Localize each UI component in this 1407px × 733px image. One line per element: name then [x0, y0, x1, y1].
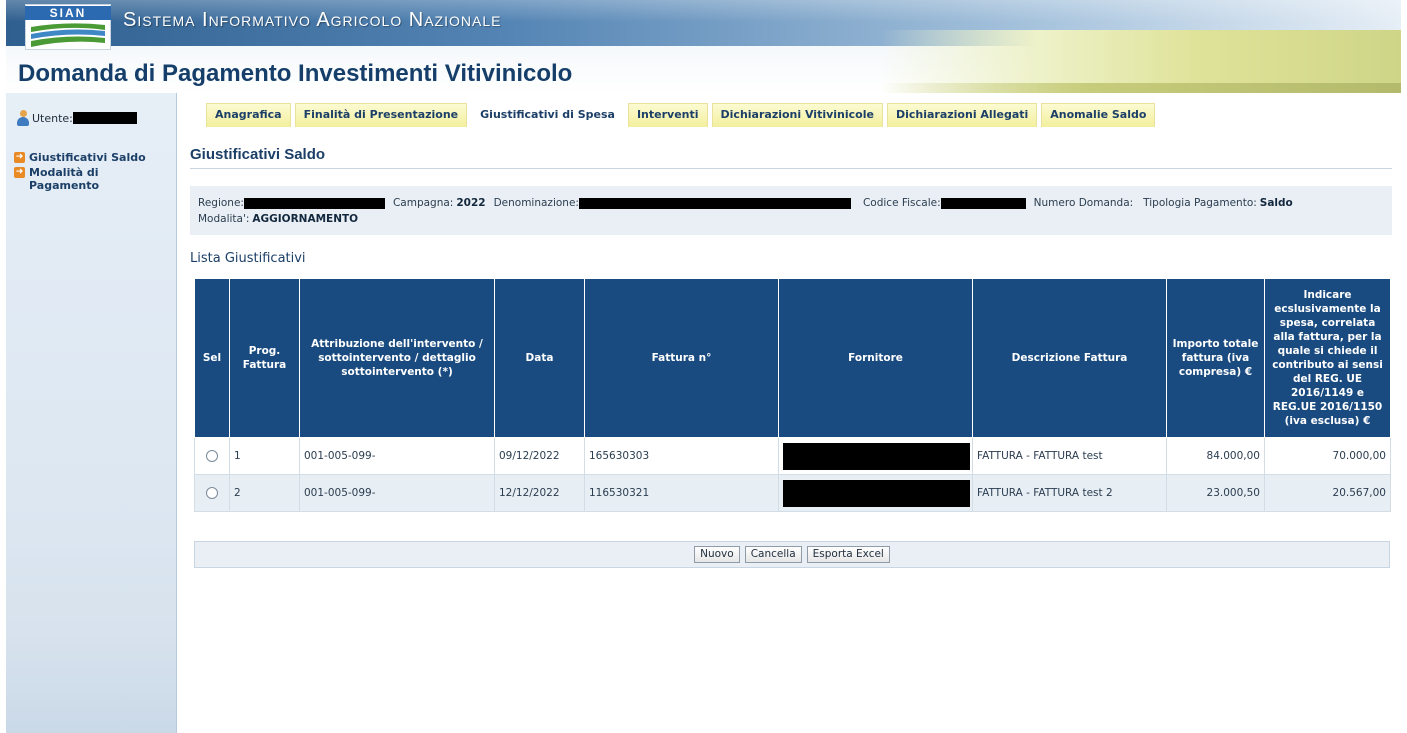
col-header-spesa: Indicare ecslusivamente la spesa, correl… — [1264, 278, 1391, 438]
modalita-value: AGGIORNAMENTO — [252, 213, 359, 225]
page-header: SIAN Sistema Informativo Agricolo Nazion… — [6, 0, 1401, 93]
sian-logo[interactable]: SIAN — [25, 4, 111, 50]
fields-icon — [31, 23, 105, 47]
cell-fattura: 165630303 — [584, 437, 779, 475]
arrow-right-icon: ➜ — [14, 152, 25, 163]
page-title: Domanda di Pagamento Investimenti Vitivi… — [18, 60, 573, 87]
tab-dichiarazioni-allegati[interactable]: Dichiarazioni Allegati — [886, 103, 1038, 127]
cell-prog: 1 — [229, 437, 300, 475]
cell-fornitore — [778, 437, 973, 475]
tipologia-label: Tipologia Pagamento: — [1143, 197, 1257, 209]
cell-descrizione: FATTURA - FATTURA test — [972, 437, 1167, 475]
row-select-cell — [194, 474, 230, 512]
user-icon — [16, 110, 30, 126]
table-row[interactable]: 2 001-005-099- 12/12/2022 116530321 FATT… — [194, 474, 1391, 512]
cell-attribuzione: 001-005-099- — [299, 474, 495, 512]
user-name-redacted — [72, 112, 137, 124]
info-row-2: Modalita': AGGIORNAMENTO — [198, 211, 1384, 227]
col-header-fornitore: Fornitore — [778, 278, 973, 438]
row-select-radio[interactable] — [206, 450, 218, 462]
cell-spesa: 70.000,00 — [1264, 437, 1391, 475]
regione-value-redacted — [243, 197, 385, 209]
cell-fornitore — [778, 474, 973, 512]
tab-interventi[interactable]: Interventi — [627, 103, 708, 127]
tab-finalita-presentazione[interactable]: Finalità di Presentazione — [294, 103, 468, 127]
tab-anagrafica[interactable]: Anagrafica — [206, 103, 291, 127]
giustificativi-table: Sel Prog. Fattura Attribuzione dell'inte… — [194, 278, 1391, 512]
cell-attribuzione: 001-005-099- — [299, 437, 495, 475]
campagna-value: 2022 — [456, 197, 486, 209]
arrow-right-icon: ➜ — [14, 167, 25, 178]
sidebar-item-label: Giustificativi Saldo — [29, 151, 146, 164]
cell-data: 09/12/2022 — [494, 437, 585, 475]
user-box: Utente: — [6, 107, 177, 129]
col-header-descrizione: Descrizione Fattura — [972, 278, 1167, 438]
table-header-row: Sel Prog. Fattura Attribuzione dell'inte… — [194, 278, 1391, 438]
cell-descrizione: FATTURA - FATTURA test 2 — [972, 474, 1167, 512]
cell-prog: 2 — [229, 474, 300, 512]
esporta-excel-button[interactable]: Esporta Excel — [806, 546, 890, 563]
table-row[interactable]: 1 001-005-099- 09/12/2022 165630303 FATT… — [194, 437, 1391, 475]
col-header-attribuzione: Attribuzione dell'intervento / sottointe… — [299, 278, 495, 438]
tab-bar: Anagrafica Finalità di Presentazione Giu… — [206, 103, 1159, 127]
tab-dichiarazioni-vitivinicole[interactable]: Dichiarazioni Vitivinicole — [711, 103, 883, 127]
section-title: Giustificativi Saldo — [190, 146, 326, 163]
fornitore-redacted — [783, 479, 970, 507]
sidebar: Utente: ➜ Giustificativi Saldo ➜ Modalit… — [6, 93, 177, 733]
regione-label: Regione: — [198, 197, 244, 209]
denominazione-label: Denominazione: — [493, 197, 579, 209]
tab-anomalie-saldo[interactable]: Anomalie Saldo — [1041, 103, 1156, 127]
denominazione-value-redacted — [578, 197, 851, 209]
sidebar-item-label: Modalità di Pagamento — [29, 166, 100, 192]
numero-domanda-label: Numero Domanda: — [1033, 197, 1134, 209]
col-header-fattura: Fattura n° — [584, 278, 779, 438]
campagna-label: Campagna: — [392, 197, 454, 209]
cell-data: 12/12/2022 — [494, 474, 585, 512]
sidebar-item-giustificativi-saldo[interactable]: ➜ Giustificativi Saldo — [14, 151, 174, 164]
cell-importo: 23.000,50 — [1166, 474, 1265, 512]
cancella-button[interactable]: Cancella — [744, 546, 802, 563]
header-wheat-decoration — [881, 30, 1401, 93]
list-title: Lista Giustificativi — [190, 251, 306, 266]
domanda-info-box: Regione: Campagna: 2022 Denominazione: C… — [190, 186, 1392, 235]
sidebar-item-modalita-pagamento[interactable]: ➜ Modalità di Pagamento — [14, 166, 174, 192]
col-header-sel: Sel — [194, 278, 230, 438]
nuovo-button[interactable]: Nuovo — [694, 546, 740, 563]
cell-spesa: 20.567,00 — [1264, 474, 1391, 512]
modalita-label: Modalita': — [198, 213, 250, 225]
tipologia-value: Saldo — [1259, 197, 1293, 209]
codice-fiscale-label: Codice Fiscale: — [862, 197, 941, 209]
col-header-importo: Importo totale fattura (iva compresa) € — [1166, 278, 1265, 438]
system-name: Sistema Informativo Agricolo Nazionale — [123, 9, 502, 31]
tab-giustificativi-spesa[interactable]: Giustificativi di Spesa — [471, 103, 624, 127]
user-label: Utente: — [32, 111, 73, 125]
col-header-prog: Prog. Fattura — [229, 278, 300, 438]
col-header-data: Data — [494, 278, 585, 438]
row-select-cell — [194, 437, 230, 475]
info-row-1: Regione: Campagna: 2022 Denominazione: C… — [198, 195, 1384, 211]
cell-importo: 84.000,00 — [1166, 437, 1265, 475]
logo-text: SIAN — [25, 6, 111, 20]
row-select-radio[interactable] — [206, 487, 218, 499]
cell-fattura: 116530321 — [584, 474, 779, 512]
action-bar: Nuovo Cancella Esporta Excel — [194, 541, 1390, 568]
codice-fiscale-value-redacted — [940, 197, 1026, 209]
fornitore-redacted — [783, 442, 970, 470]
section-divider — [190, 168, 1392, 169]
side-menu: ➜ Giustificativi Saldo ➜ Modalità di Pag… — [14, 151, 174, 194]
sidebar-wheat-decoration — [6, 543, 176, 733]
